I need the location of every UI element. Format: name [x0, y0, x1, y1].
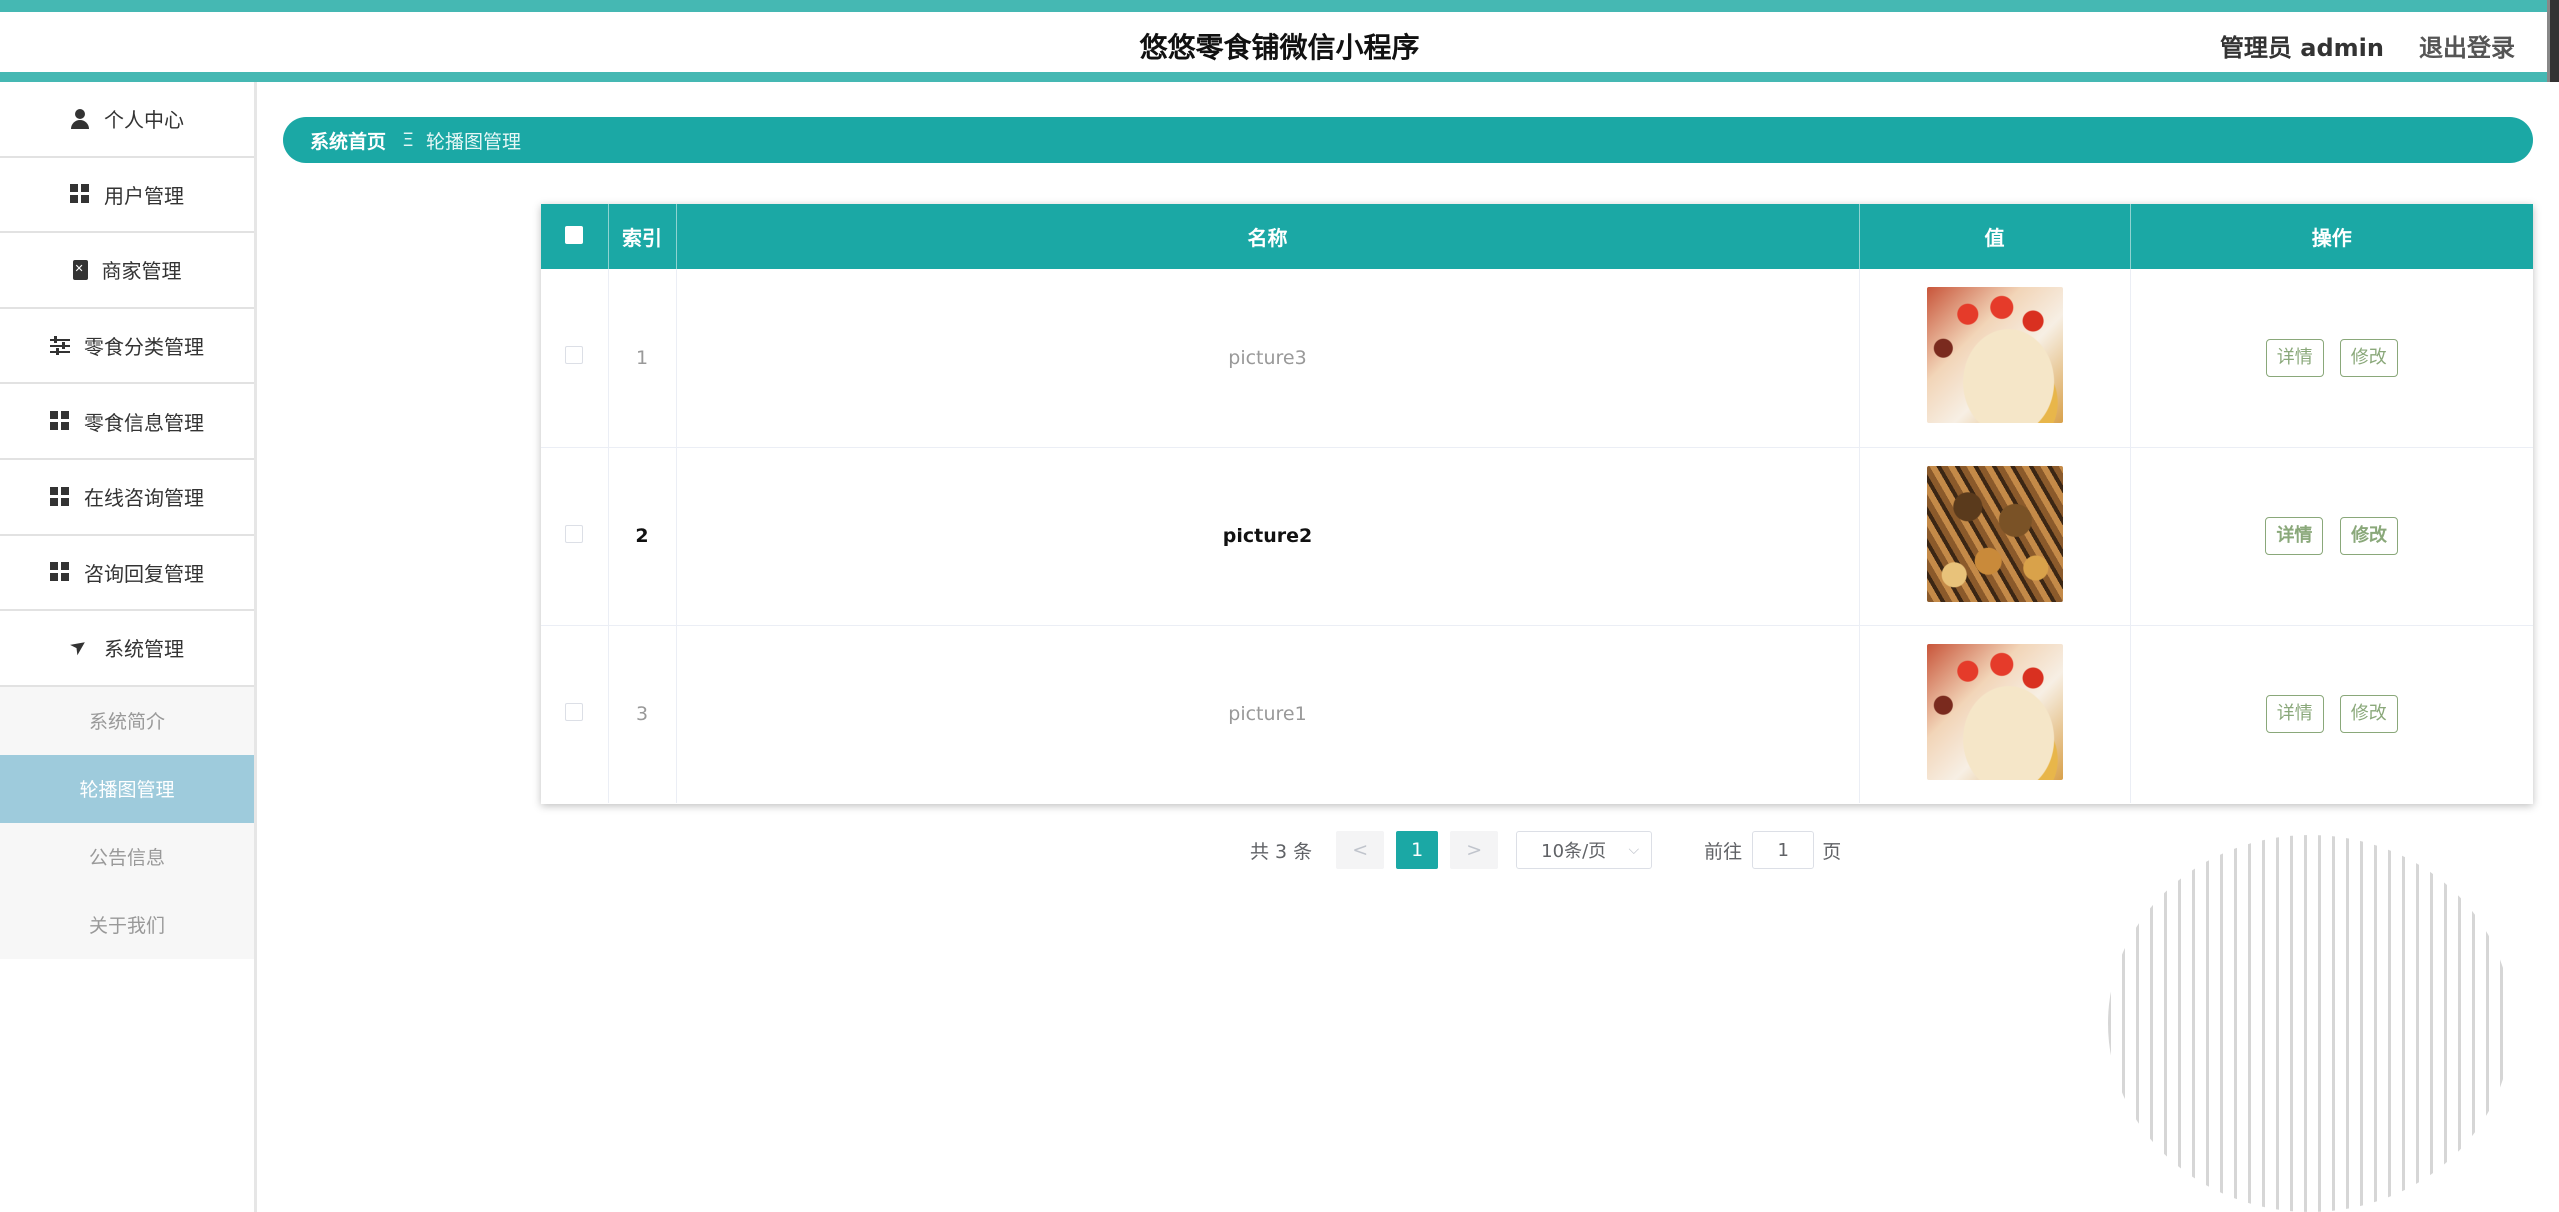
nuts-thumbnail[interactable]: [1926, 465, 2063, 602]
grid-icon: [50, 411, 70, 432]
sidebar-item-profile[interactable]: 个人中心: [0, 82, 254, 158]
user-icon: [70, 108, 90, 129]
pagination-total: 共 3 条: [1250, 840, 1313, 863]
row-name: picture3: [676, 269, 1860, 447]
sliders-icon: [50, 335, 70, 356]
column-header-index[interactable]: 索引: [608, 204, 677, 269]
submenu-item-carousel[interactable]: 轮播图管理: [0, 754, 254, 823]
top-header: 悠悠零食铺微信小程序 管理员 admin 退出登录: [0, 0, 2559, 82]
paper-plane-icon: [70, 638, 90, 658]
row-checkbox[interactable]: [565, 524, 584, 543]
edit-button[interactable]: 修改: [2339, 695, 2398, 734]
detail-button[interactable]: 详情: [2265, 517, 2324, 555]
edit-button[interactable]: 修改: [2339, 338, 2398, 377]
table-header-row: 索引 名称 值 操作: [541, 204, 2533, 269]
carousel-table: 索引 名称 值 操作 1 picture3 详情 修改 2 picture2 详…: [541, 204, 2533, 804]
row-name: picture2: [676, 447, 1860, 625]
sidebar-item-label: 零食分类管理: [84, 335, 204, 360]
submenu-item-about-us[interactable]: 关于我们: [0, 891, 254, 959]
page-unit-label: 页: [1822, 840, 1842, 863]
submenu-item-system-intro[interactable]: 系统简介: [0, 687, 254, 755]
column-header-name[interactable]: 名称: [676, 204, 1860, 269]
sidebar-item-label: 在线咨询管理: [84, 486, 204, 511]
sidebar-item-snack-categories[interactable]: 零食分类管理: [0, 309, 254, 385]
page-number-button[interactable]: 1: [1396, 831, 1439, 869]
row-index: 2: [608, 447, 677, 625]
row-checkbox[interactable]: [565, 702, 584, 721]
detail-button[interactable]: 详情: [2265, 338, 2324, 377]
decorative-striped-circle: [2108, 835, 2512, 1212]
table-row: 2 picture2 详情 修改: [541, 447, 2533, 625]
logout-button[interactable]: 退出登录: [2419, 28, 2515, 63]
table-row: 3 picture1 详情 修改: [541, 625, 2533, 803]
sidebar-item-label: 咨询回复管理: [84, 561, 204, 586]
sidebar-item-label: 用户管理: [104, 183, 184, 208]
window-edge: [2547, 0, 2559, 82]
prev-page-button[interactable]: <: [1336, 831, 1385, 869]
cake-thumbnail[interactable]: [1926, 643, 2063, 780]
goto-page-input[interactable]: [1752, 831, 1815, 869]
chevron-down-icon: ⌵: [1628, 842, 1640, 858]
sidebar-item-consult-reply[interactable]: 咨询回复管理: [0, 536, 254, 612]
edit-button[interactable]: 修改: [2340, 517, 2399, 555]
column-header-value[interactable]: 值: [1859, 204, 2131, 269]
clipboard-icon: [72, 259, 88, 280]
row-index: 1: [608, 269, 677, 447]
sidebar-item-snack-info[interactable]: 零食信息管理: [0, 384, 254, 460]
breadcrumb-home-link[interactable]: 系统首页: [310, 127, 386, 154]
grid-icon: [70, 184, 90, 205]
select-all-checkbox[interactable]: [565, 225, 584, 244]
pagination: 共 3 条 < 1 > 10条/页 ⌵ 前往 页: [1250, 830, 1841, 870]
sidebar-item-merchants[interactable]: 商家管理: [0, 233, 254, 309]
next-page-button[interactable]: >: [1450, 831, 1499, 869]
column-header-actions: 操作: [2311, 226, 2352, 250]
sidebar-item-label: 系统管理: [104, 637, 184, 662]
cake-thumbnail[interactable]: [1926, 287, 2063, 424]
breadcrumb-current: 轮播图管理: [426, 130, 522, 153]
grid-icon: [50, 486, 70, 507]
app-title: 悠悠零食铺微信小程序: [1139, 31, 1420, 64]
breadcrumb-separator-icon: Ξ: [402, 129, 415, 151]
sidebar-item-label: 商家管理: [101, 259, 182, 284]
grid-icon: [50, 562, 70, 583]
sidebar-item-label: 个人中心: [104, 108, 184, 133]
system-submenu: 系统简介 轮播图管理 公告信息 关于我们: [0, 686, 254, 959]
row-checkbox[interactable]: [565, 346, 584, 365]
goto-label: 前往: [1704, 840, 1743, 863]
sidebar-item-label: 零食信息管理: [84, 410, 204, 435]
page-size-select[interactable]: 10条/页 ⌵: [1516, 831, 1653, 869]
page-size-value: 10条/页: [1541, 841, 1607, 862]
table-row: 1 picture3 详情 修改: [541, 269, 2533, 447]
sidebar: 个人中心 用户管理 商家管理 零食分类管理 零食信息管理 在线咨询管理 咨询回复…: [0, 82, 257, 1212]
row-name: picture1: [676, 625, 1860, 803]
sidebar-item-system[interactable]: 系统管理: [0, 611, 254, 687]
sidebar-item-online-consult[interactable]: 在线咨询管理: [0, 460, 254, 536]
breadcrumb: 系统首页 Ξ 轮播图管理: [283, 117, 2533, 163]
submenu-item-announcements[interactable]: 公告信息: [0, 823, 254, 891]
admin-user-label: 管理员 admin: [2219, 34, 2384, 62]
sidebar-item-users[interactable]: 用户管理: [0, 158, 254, 234]
detail-button[interactable]: 详情: [2265, 695, 2324, 734]
row-index: 3: [608, 625, 677, 803]
